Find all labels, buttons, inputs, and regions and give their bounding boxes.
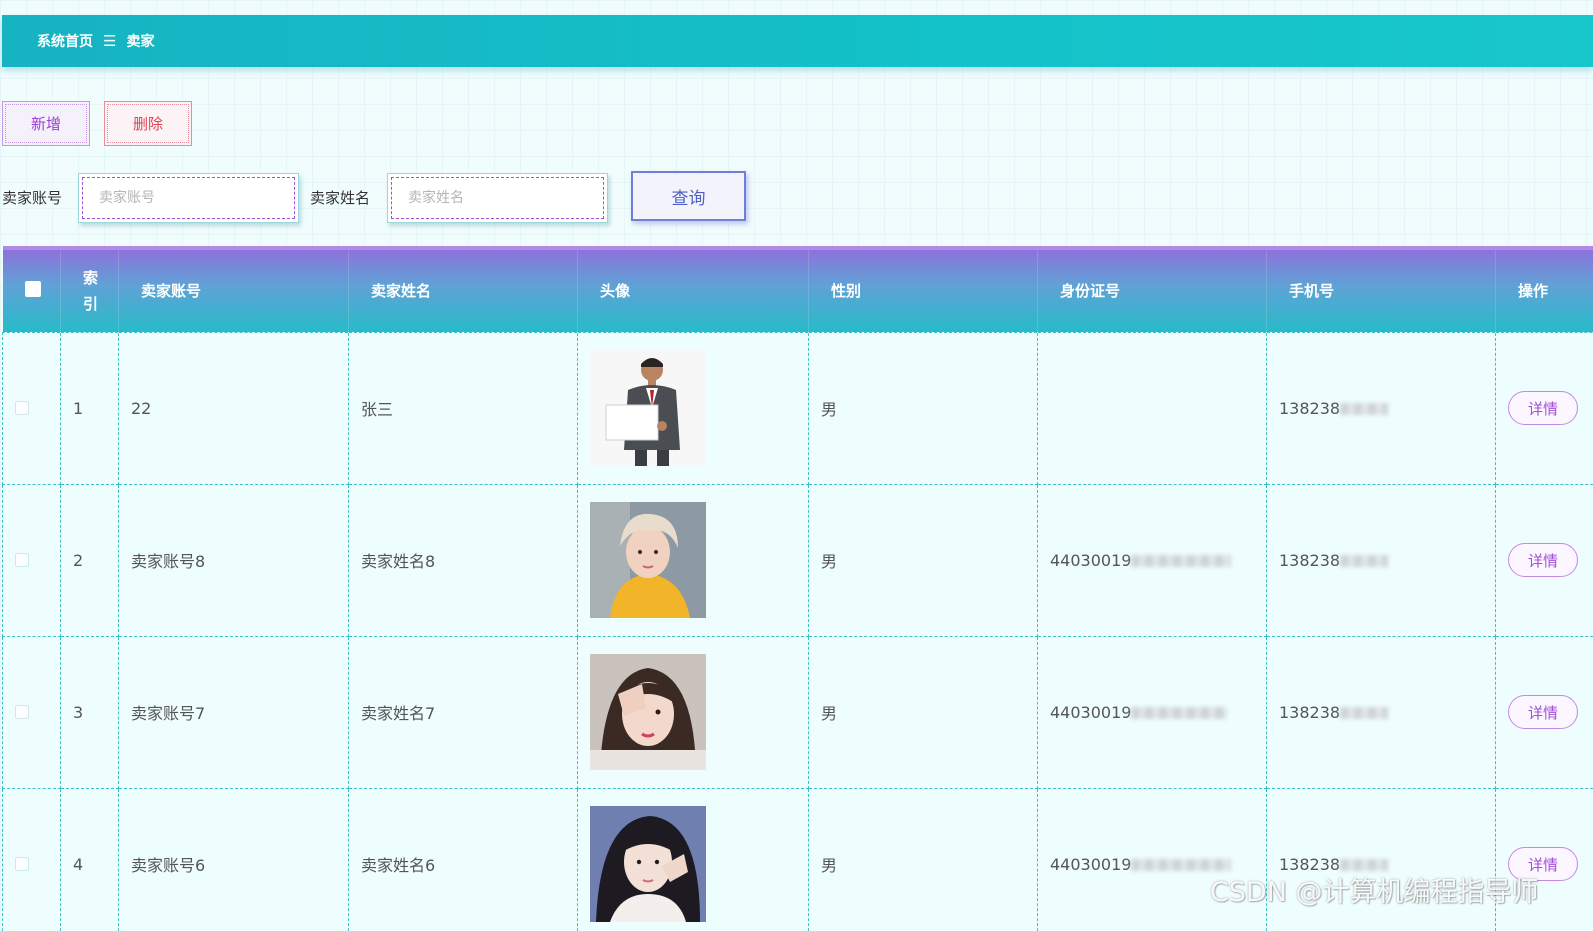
id-card-text: 44030019: [1050, 550, 1132, 570]
cell-phone: 138238: [1266, 331, 1496, 485]
seller-table: 索引 卖家账号 卖家姓名 头像 性别 身份证号 手机号 操作 1 22 张三 男…: [2, 246, 1593, 931]
header-phone: 手机号: [1266, 246, 1496, 332]
cell-gender: 男: [808, 635, 1038, 789]
cell-name: 张三: [348, 331, 578, 485]
table-header-row: 索引 卖家账号 卖家姓名 头像 性别 身份证号 手机号 操作: [2, 246, 1593, 332]
cell-gender: 男: [808, 787, 1038, 931]
name-search-input[interactable]: [391, 177, 604, 219]
cell-avatar: [577, 331, 809, 485]
cell-avatar: [577, 635, 809, 789]
cell-phone: 138238: [1266, 635, 1496, 789]
avatar-salute-image: [590, 654, 706, 770]
cell-account: 卖家账号6: [118, 787, 349, 931]
header-id-card: 身份证号: [1037, 246, 1267, 332]
cell-index: 2: [60, 483, 119, 637]
header-name: 卖家姓名: [348, 246, 578, 332]
row-checkbox[interactable]: [15, 705, 29, 719]
cell-index: 1: [60, 331, 119, 485]
cell-name: 卖家姓名7: [348, 635, 578, 789]
cell-index: 3: [60, 635, 119, 789]
cell-id-card: 44030019: [1037, 483, 1267, 637]
select-all-checkbox[interactable]: [24, 280, 41, 297]
cell-avatar: [577, 483, 809, 637]
detail-button[interactable]: 详情: [1508, 695, 1578, 729]
account-search-label: 卖家账号: [2, 189, 63, 207]
breadcrumb: 系统首页 ☰ 卖家: [2, 15, 1593, 67]
id-card-text: 44030019: [1050, 702, 1132, 722]
name-search-label: 卖家姓名: [310, 189, 371, 207]
redacted-blur: [1340, 707, 1389, 719]
row-checkbox[interactable]: [15, 553, 29, 567]
table-row: 3 卖家账号7 卖家姓名7 男 44030019 138238 详情: [2, 635, 1593, 789]
header-gender: 性别: [808, 246, 1038, 332]
phone-text: 138238: [1279, 398, 1341, 418]
account-search-input[interactable]: [82, 177, 295, 219]
cell-name: 卖家姓名6: [348, 787, 578, 931]
redacted-blur: [1131, 707, 1228, 719]
cell-account: 卖家账号8: [118, 483, 349, 637]
cell-phone: 138238: [1266, 483, 1496, 637]
cell-gender: 男: [808, 483, 1038, 637]
redacted-blur: [1340, 403, 1389, 415]
header-select-all[interactable]: [2, 246, 61, 332]
cell-phone: 138238: [1266, 787, 1496, 931]
avatar-yellow-shirt-image: [590, 502, 706, 618]
delete-button[interactable]: 删除: [104, 101, 192, 146]
table-row: 4 卖家账号6 卖家姓名6 男 44030019 138238 详情: [2, 787, 1593, 931]
avatar-pose-image: [590, 806, 706, 922]
cell-index: 4: [60, 787, 119, 931]
cell-gender: 男: [808, 331, 1038, 485]
detail-button[interactable]: 详情: [1508, 543, 1578, 577]
csdn-watermark: CSDN @计算机编程指导师: [1210, 877, 1539, 908]
query-button[interactable]: 查询: [631, 171, 746, 221]
add-button[interactable]: 新增: [2, 101, 90, 146]
avatar-businessman-image: [590, 350, 706, 466]
cell-account: 22: [118, 331, 349, 485]
phone-text: 138238: [1279, 702, 1341, 722]
breadcrumb-home-link[interactable]: 系统首页: [37, 31, 93, 51]
redacted-blur: [1340, 555, 1389, 567]
header-action: 操作: [1495, 246, 1593, 332]
table-row: 1 22 张三 男 138238 详情: [2, 331, 1593, 485]
row-checkbox[interactable]: [15, 401, 29, 415]
cell-id-card: 44030019: [1037, 635, 1267, 789]
name-search-box: [387, 173, 608, 223]
header-avatar: 头像: [577, 246, 809, 332]
header-index-label: 索引: [83, 268, 99, 313]
phone-text: 138238: [1279, 550, 1341, 570]
cell-id-card: 44030019: [1037, 787, 1267, 931]
row-checkbox[interactable]: [15, 857, 29, 871]
table-row: 2 卖家账号8 卖家姓名8 男 44030019 138238 详情: [2, 483, 1593, 637]
breadcrumb-separator-icon: ☰: [103, 32, 117, 50]
header-index: 索引: [60, 246, 119, 332]
cell-id-card: [1037, 331, 1267, 485]
account-search-box: [78, 173, 299, 223]
detail-button[interactable]: 详情: [1508, 391, 1578, 425]
cell-account: 卖家账号7: [118, 635, 349, 789]
cell-name: 卖家姓名8: [348, 483, 578, 637]
id-card-text: 44030019: [1050, 854, 1132, 874]
cell-avatar: [577, 787, 809, 931]
redacted-blur: [1131, 555, 1232, 567]
header-account: 卖家账号: [118, 246, 349, 332]
breadcrumb-current: 卖家: [126, 34, 155, 50]
